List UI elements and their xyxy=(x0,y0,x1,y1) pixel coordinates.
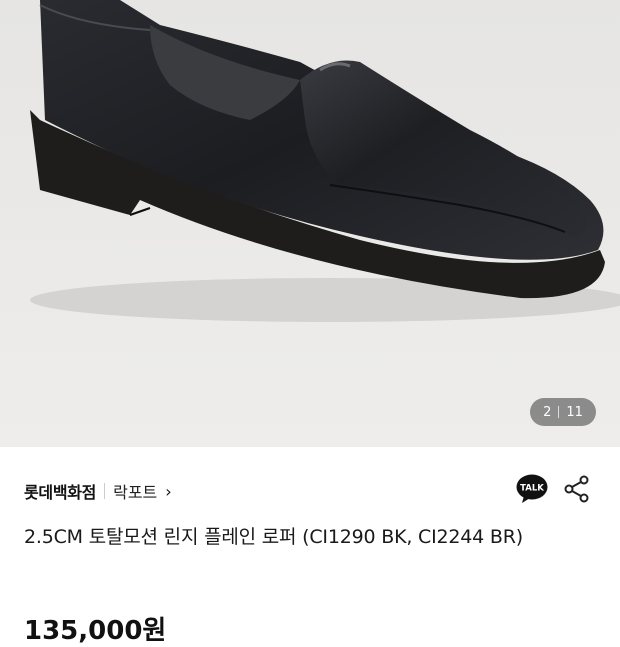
seller-brand-row: 롯데백화점 락포트 › xyxy=(24,479,172,503)
kakao-talk-button[interactable]: TALK xyxy=(516,474,548,504)
product-info: 롯데백화점 락포트 › TALK 2.5CM 토탈모션 린지 플레인 로퍼 (C… xyxy=(0,447,620,646)
pager-total: 11 xyxy=(566,404,583,420)
product-image-gallery[interactable]: 2 11 xyxy=(0,0,620,447)
image-pager: 2 11 xyxy=(530,398,596,426)
pager-separator xyxy=(558,406,560,418)
pager-current: 2 xyxy=(543,404,552,420)
talk-label: TALK xyxy=(520,484,544,494)
chevron-right-icon[interactable]: › xyxy=(165,482,171,501)
share-icon[interactable] xyxy=(564,475,590,503)
store-name[interactable]: 롯데백화점 xyxy=(24,479,96,503)
product-title: 2.5CM 토탈모션 린지 플레인 로퍼 (CI1290 BK, CI2244 … xyxy=(24,526,523,548)
brand-divider xyxy=(104,483,106,499)
brand-link[interactable]: 락포트 xyxy=(113,479,157,503)
product-image xyxy=(0,0,620,447)
product-price: 135,000원 xyxy=(24,616,167,646)
